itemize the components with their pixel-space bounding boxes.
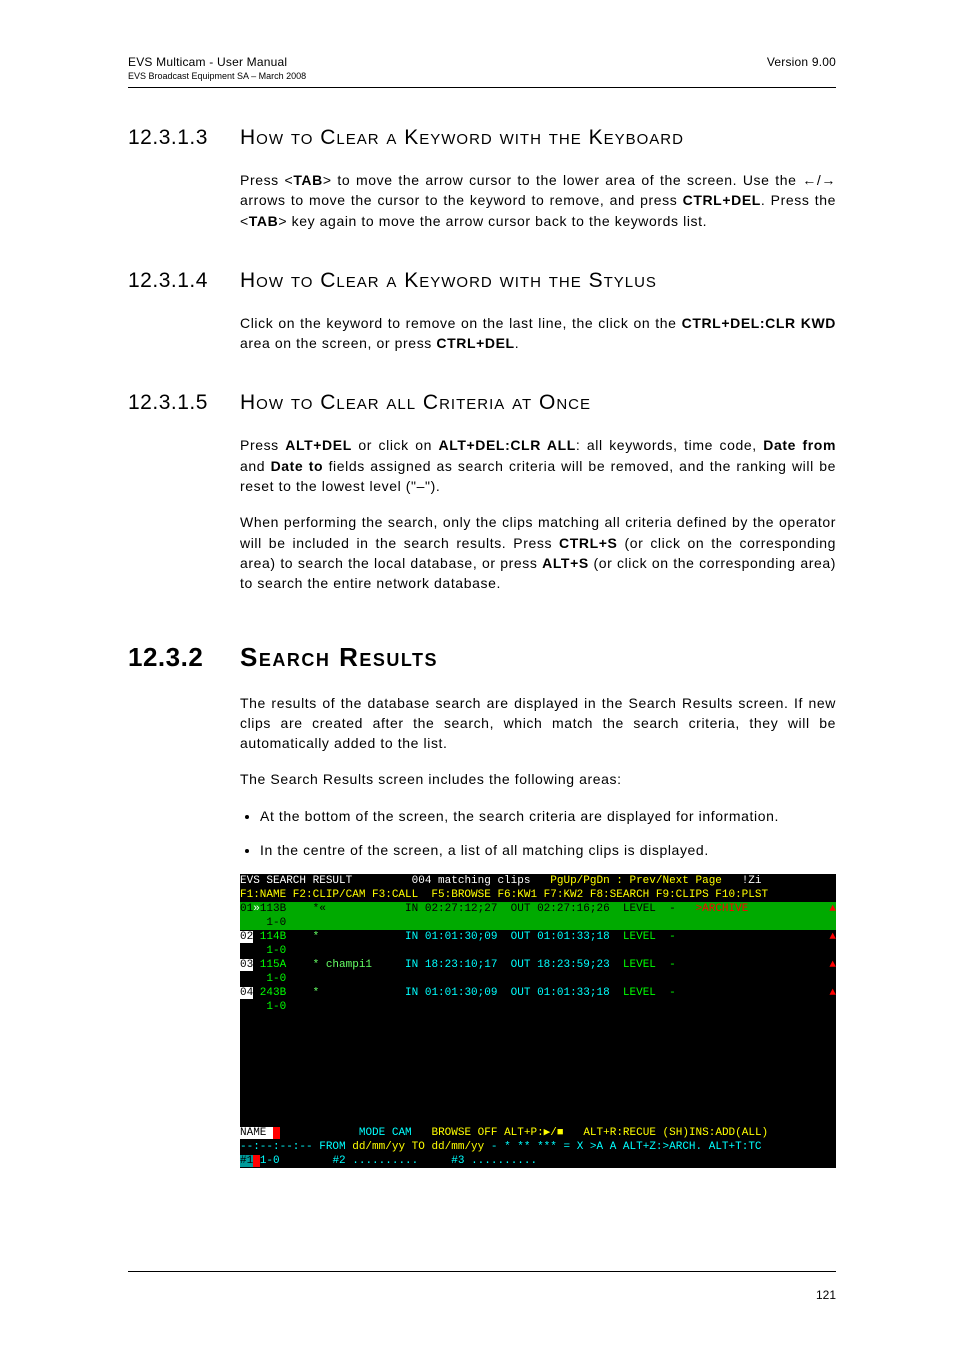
section-number: 12.3.2: [128, 642, 240, 673]
section-body: The results of the database search are d…: [240, 693, 836, 861]
page-number: 121: [816, 1288, 836, 1302]
section-number: 12.3.1.5: [128, 391, 240, 415]
section-number: 12.3.1.4: [128, 269, 240, 293]
section-heading: 12.3.1.5 How to Clear all Criteria at On…: [128, 391, 836, 415]
paragraph: Press <TAB> to move the arrow cursor to …: [240, 170, 836, 231]
search-result-screenshot: EVS SEARCH RESULT 004 matching clips PgU…: [240, 874, 836, 1168]
section-title: Search Results: [240, 642, 438, 673]
footer-rule: [128, 1271, 836, 1272]
section-body: Press <TAB> to move the arrow cursor to …: [240, 170, 836, 231]
section-heading-major: 12.3.2 Search Results: [128, 642, 836, 673]
paragraph: When performing the search, only the cli…: [240, 512, 836, 593]
list-item: In the centre of the screen, a list of a…: [260, 840, 836, 860]
list-item: At the bottom of the screen, the search …: [260, 806, 836, 826]
paragraph: The results of the database search are d…: [240, 693, 836, 754]
section-title: How to Clear all Criteria at Once: [240, 391, 591, 415]
page: EVS Multicam - User Manual Version 9.00 …: [0, 0, 954, 1350]
section-number: 12.3.1.3: [128, 126, 240, 150]
header-version: Version 9.00: [767, 55, 836, 69]
section-heading: 12.3.1.3 How to Clear a Keyword with the…: [128, 126, 836, 150]
section-title: How to Clear a Keyword with the Stylus: [240, 269, 657, 293]
header-left-sub: EVS Broadcast Equipment SA – March 2008: [128, 71, 836, 81]
header-left-title: EVS Multicam - User Manual: [128, 55, 287, 69]
paragraph: The Search Results screen includes the f…: [240, 769, 836, 789]
section-body: Press ALT+DEL or click on ALT+DEL:CLR AL…: [240, 435, 836, 593]
bullet-list: At the bottom of the screen, the search …: [240, 806, 836, 861]
section-heading: 12.3.1.4 How to Clear a Keyword with the…: [128, 269, 836, 293]
paragraph: Press ALT+DEL or click on ALT+DEL:CLR AL…: [240, 435, 836, 496]
section-body: Click on the keyword to remove on the la…: [240, 313, 836, 354]
section-title: How to Clear a Keyword with the Keyboard: [240, 126, 684, 150]
paragraph: Click on the keyword to remove on the la…: [240, 313, 836, 354]
header-rule: [128, 87, 836, 88]
header: EVS Multicam - User Manual Version 9.00 …: [128, 55, 836, 88]
